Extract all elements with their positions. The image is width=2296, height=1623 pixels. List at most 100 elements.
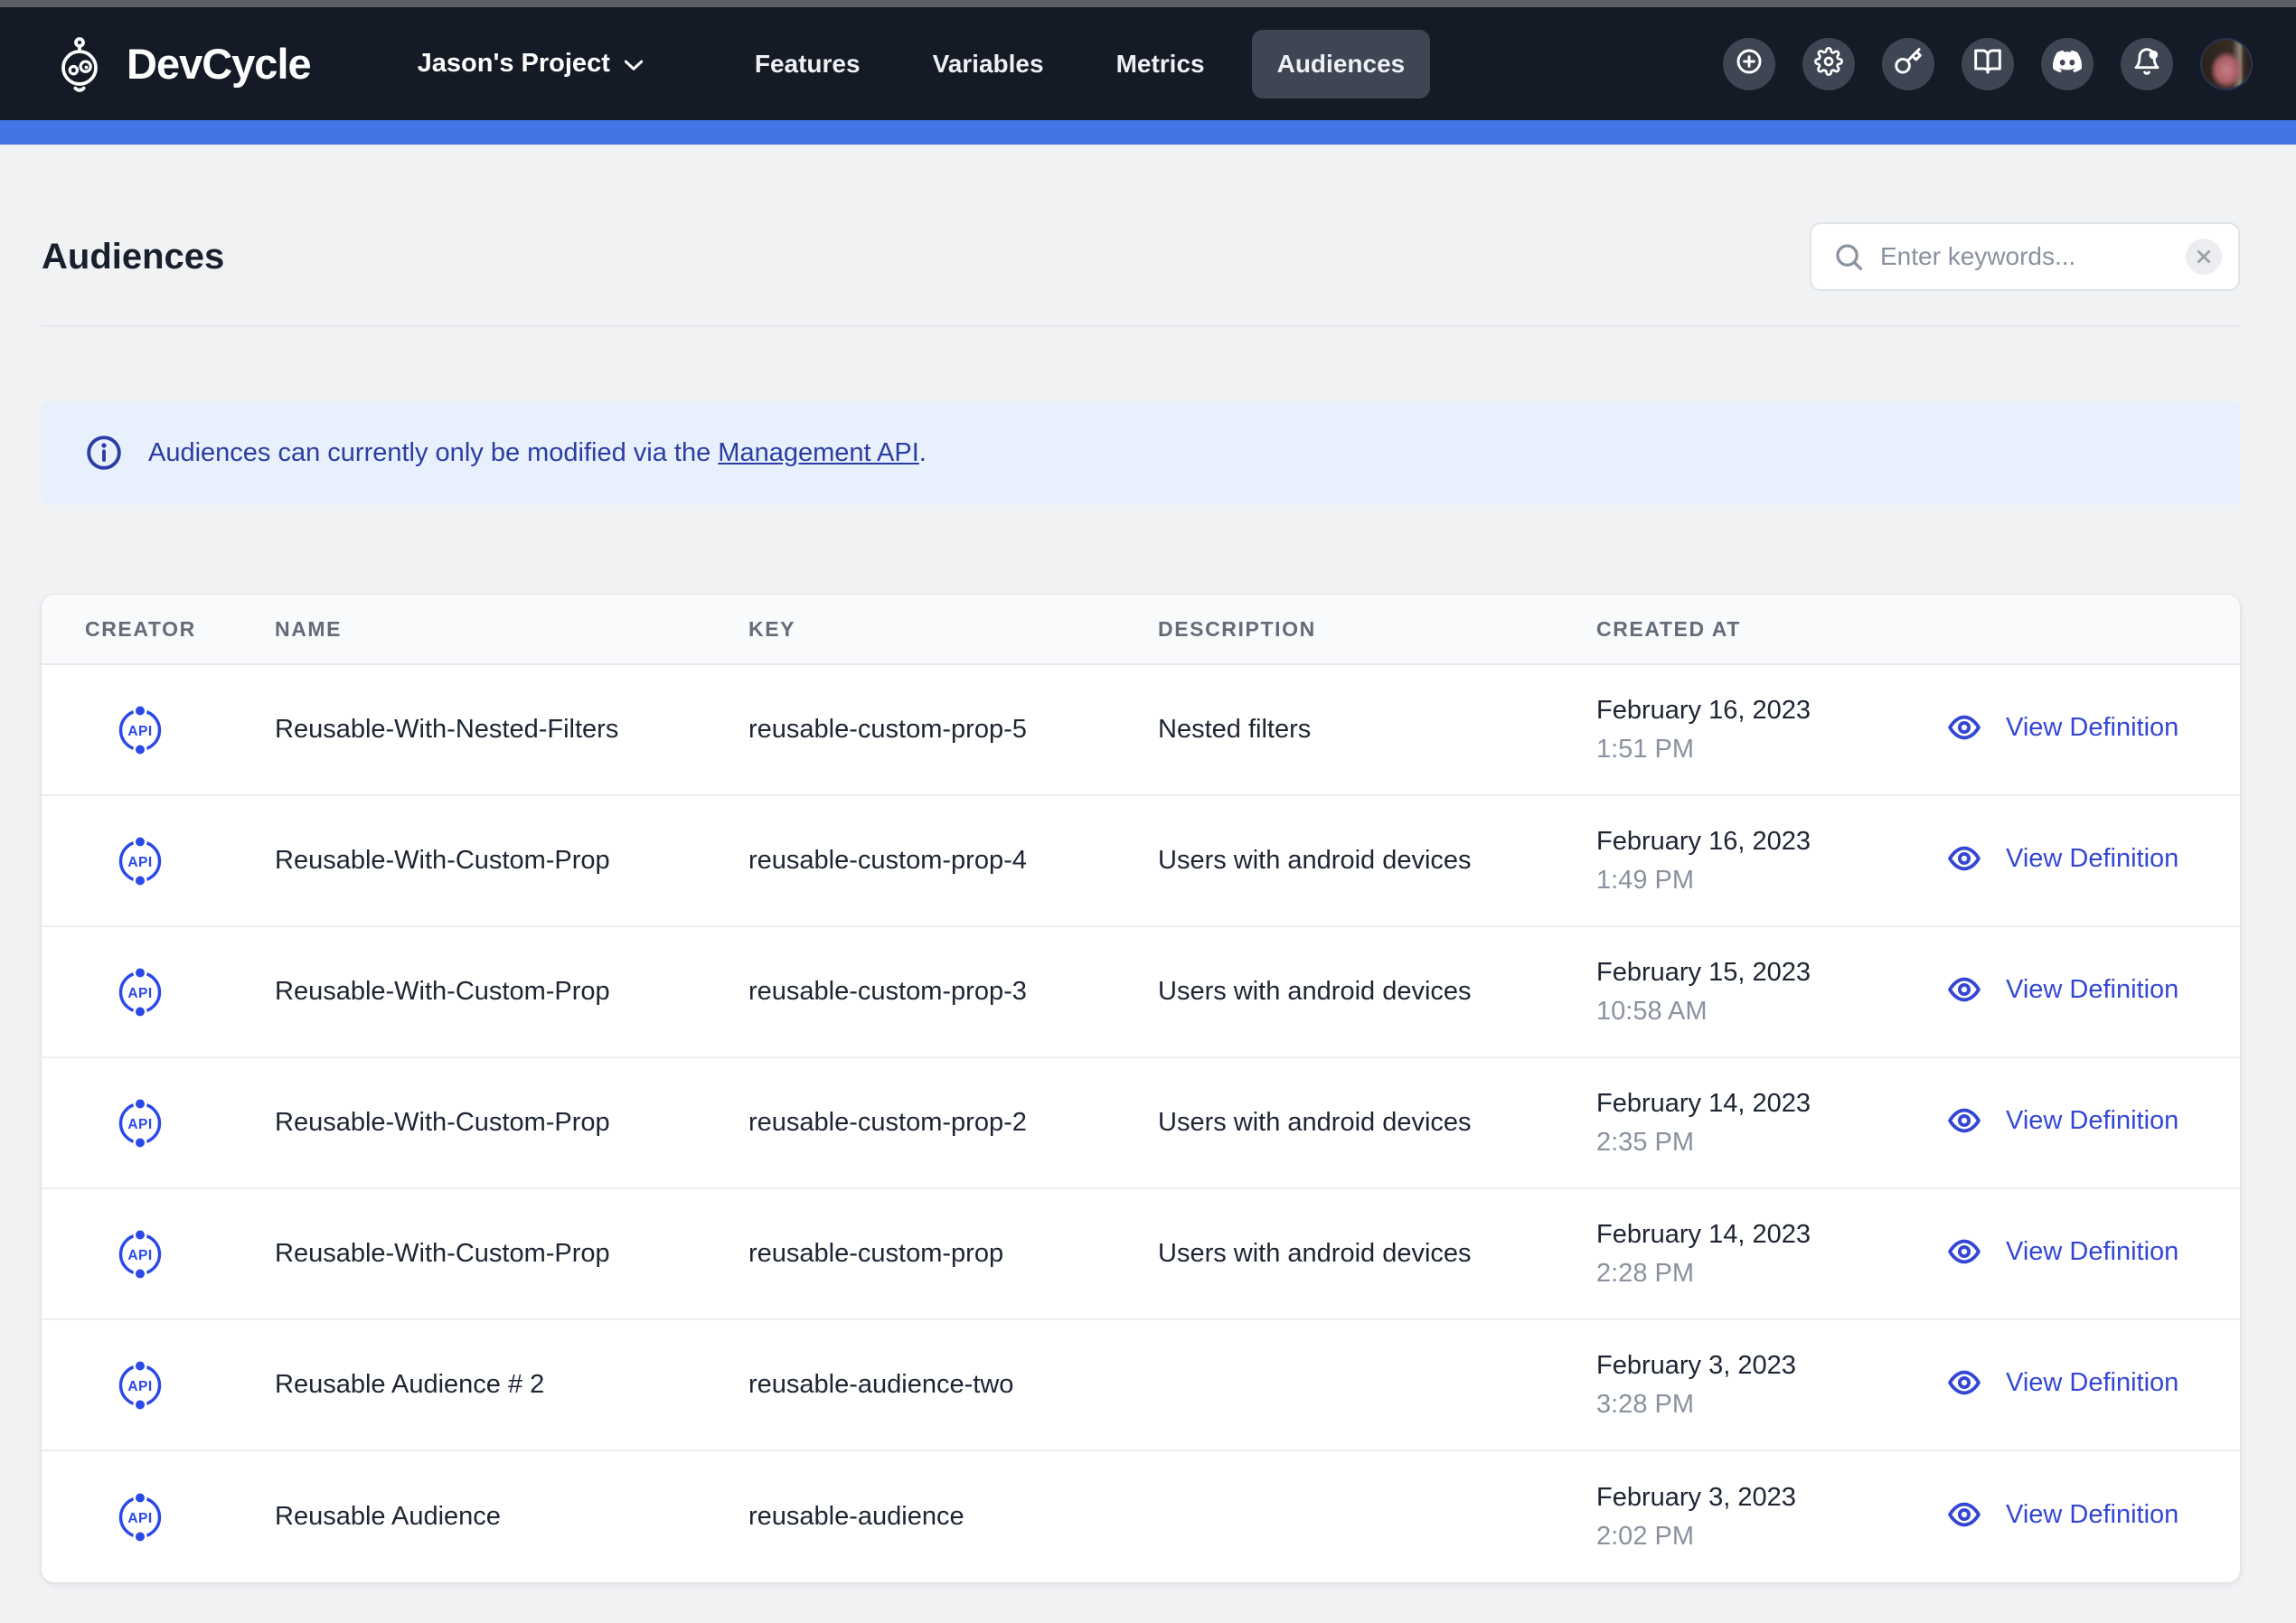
col-header-description: DESCRIPTION bbox=[1158, 617, 1596, 642]
view-definition-link[interactable]: View Definition bbox=[1943, 1366, 2178, 1399]
eye-icon bbox=[1943, 842, 1986, 875]
view-definition-label: View Definition bbox=[2006, 1368, 2178, 1398]
info-banner: Audiences can currently only be modified… bbox=[42, 401, 2240, 504]
navbar-actions bbox=[1723, 38, 2253, 90]
banner-text-after-link: . bbox=[919, 438, 927, 467]
action-cell: View Definition bbox=[1908, 1498, 2240, 1535]
view-definition-link[interactable]: View Definition bbox=[1943, 1104, 2178, 1137]
audience-key: reusable-custom-prop-5 bbox=[748, 715, 1158, 745]
page-title: Audiences bbox=[42, 237, 224, 277]
audience-key: reusable-custom-prop-2 bbox=[748, 1108, 1158, 1138]
view-definition-label: View Definition bbox=[2006, 975, 2178, 1005]
created-at-cell: February 16, 2023 1:51 PM bbox=[1596, 696, 1908, 765]
eye-icon bbox=[1943, 711, 1986, 744]
col-header-created-at: CREATED AT bbox=[1596, 617, 1908, 642]
action-cell: View Definition bbox=[1908, 1235, 2240, 1272]
svg-text:API: API bbox=[127, 986, 152, 1001]
table-row: API Reusable Audience reusable-audience … bbox=[42, 1451, 2240, 1582]
create-button[interactable] bbox=[1723, 38, 1775, 90]
management-api-link[interactable]: Management API bbox=[718, 438, 918, 467]
tab-features[interactable]: Features bbox=[729, 30, 886, 99]
created-date: February 3, 2023 bbox=[1596, 1351, 1908, 1381]
created-at-cell: February 3, 2023 2:02 PM bbox=[1596, 1483, 1908, 1552]
api-creator-icon: API bbox=[112, 702, 275, 758]
api-creator-icon: API bbox=[112, 1226, 275, 1282]
brand-name: DevCycle bbox=[127, 39, 311, 89]
docs-button[interactable] bbox=[1962, 38, 2014, 90]
tab-audiences[interactable]: Audiences bbox=[1252, 30, 1431, 99]
table-row: API Reusable Audience # 2 reusable-audie… bbox=[42, 1320, 2240, 1451]
tab-metrics[interactable]: Metrics bbox=[1091, 30, 1230, 99]
search-input[interactable] bbox=[1880, 242, 2169, 271]
svg-text:API: API bbox=[127, 1511, 152, 1526]
api-creator-icon: API bbox=[112, 964, 275, 1020]
eye-icon bbox=[1943, 1366, 1986, 1399]
api-keys-button[interactable] bbox=[1882, 38, 1934, 90]
created-at-cell: February 14, 2023 2:28 PM bbox=[1596, 1220, 1908, 1289]
created-time: 1:51 PM bbox=[1596, 735, 1908, 765]
project-selector-label: Jason's Project bbox=[418, 49, 610, 79]
created-at-cell: February 16, 2023 1:49 PM bbox=[1596, 827, 1908, 896]
view-definition-label: View Definition bbox=[2006, 1106, 2178, 1136]
created-date: February 15, 2023 bbox=[1596, 958, 1908, 988]
tab-variables[interactable]: Variables bbox=[908, 30, 1069, 99]
audience-name: Reusable-With-Custom-Prop bbox=[275, 1239, 748, 1269]
bell-icon bbox=[2132, 47, 2161, 80]
action-cell: View Definition bbox=[1908, 842, 2240, 879]
created-time: 2:35 PM bbox=[1596, 1128, 1908, 1158]
view-definition-link[interactable]: View Definition bbox=[1943, 711, 2178, 744]
created-date: February 16, 2023 bbox=[1596, 827, 1908, 857]
info-icon bbox=[85, 434, 123, 472]
svg-text:API: API bbox=[127, 1379, 152, 1394]
eye-icon bbox=[1943, 1104, 1986, 1137]
audience-key: reusable-custom-prop-3 bbox=[748, 977, 1158, 1007]
created-time: 2:28 PM bbox=[1596, 1259, 1908, 1289]
table-row: API Reusable-With-Custom-Prop reusable-c… bbox=[42, 1058, 2240, 1189]
chevron-down-icon bbox=[625, 49, 643, 79]
created-time: 2:02 PM bbox=[1596, 1522, 1908, 1552]
clear-search-button[interactable] bbox=[2186, 239, 2222, 275]
table-row: API Reusable-With-Nested-Filters reusabl… bbox=[42, 665, 2240, 796]
created-date: February 16, 2023 bbox=[1596, 696, 1908, 726]
window-top-edge bbox=[0, 0, 2296, 7]
action-cell: View Definition bbox=[1908, 711, 2240, 748]
creator-cell: API bbox=[42, 1226, 275, 1282]
gear-icon bbox=[1814, 47, 1843, 80]
audience-description: Users with android devices bbox=[1158, 1239, 1596, 1269]
close-icon bbox=[2196, 249, 2212, 265]
audience-description: Users with android devices bbox=[1158, 977, 1596, 1007]
api-creator-icon: API bbox=[112, 1357, 275, 1413]
notifications-button[interactable] bbox=[2121, 38, 2173, 90]
robot-logo-icon bbox=[51, 35, 108, 93]
audience-description: Nested filters bbox=[1158, 715, 1596, 745]
top-navbar: DevCycle Jason's Project Features Variab… bbox=[0, 7, 2296, 120]
audience-name: Reusable-With-Custom-Prop bbox=[275, 977, 748, 1007]
created-at-cell: February 15, 2023 10:58 AM bbox=[1596, 958, 1908, 1027]
settings-button[interactable] bbox=[1802, 38, 1855, 90]
creator-cell: API bbox=[42, 964, 275, 1020]
view-definition-link[interactable]: View Definition bbox=[1943, 842, 2178, 875]
view-definition-link[interactable]: View Definition bbox=[1943, 973, 2178, 1006]
devcycle-logo[interactable]: DevCycle bbox=[51, 35, 311, 93]
search-box bbox=[1810, 222, 2240, 291]
audience-name: Reusable Audience bbox=[275, 1502, 748, 1532]
audience-description: Users with android devices bbox=[1158, 846, 1596, 876]
created-date: February 14, 2023 bbox=[1596, 1220, 1908, 1250]
project-selector[interactable]: Jason's Project bbox=[418, 49, 643, 79]
col-header-name: NAME bbox=[275, 617, 748, 642]
creator-cell: API bbox=[42, 1095, 275, 1151]
table-row: API Reusable-With-Custom-Prop reusable-c… bbox=[42, 796, 2240, 927]
action-cell: View Definition bbox=[1908, 1366, 2240, 1403]
user-avatar[interactable] bbox=[2200, 38, 2253, 90]
creator-cell: API bbox=[42, 1357, 275, 1413]
discord-button[interactable] bbox=[2041, 38, 2094, 90]
table-row: API Reusable-With-Custom-Prop reusable-c… bbox=[42, 927, 2240, 1058]
col-header-creator: CREATOR bbox=[42, 617, 275, 642]
header-divider bbox=[42, 325, 2240, 327]
view-definition-link[interactable]: View Definition bbox=[1943, 1235, 2178, 1268]
view-definition-link[interactable]: View Definition bbox=[1943, 1498, 2178, 1531]
action-cell: View Definition bbox=[1908, 973, 2240, 1010]
table-body: API Reusable-With-Nested-Filters reusabl… bbox=[42, 665, 2240, 1582]
svg-text:API: API bbox=[127, 724, 152, 739]
accent-bar bbox=[0, 120, 2296, 145]
